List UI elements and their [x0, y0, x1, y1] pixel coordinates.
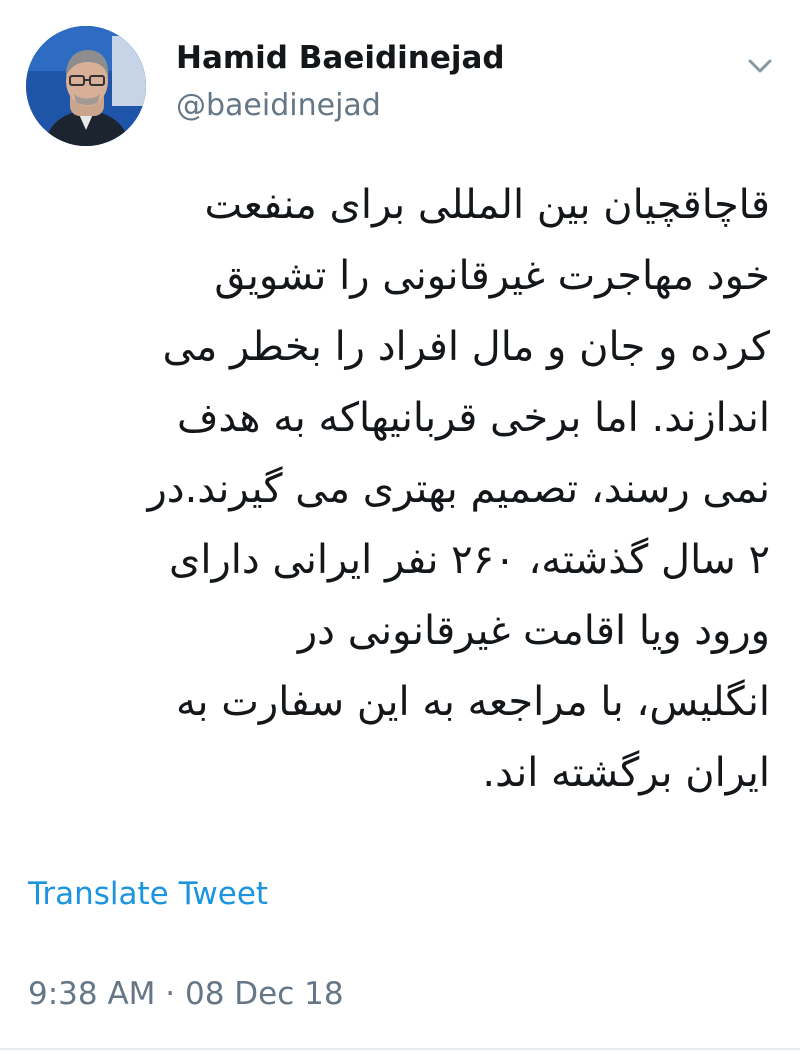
- user-handle[interactable]: @baeidinejad: [176, 86, 505, 126]
- avatar[interactable]: [26, 26, 146, 146]
- divider: [0, 1048, 800, 1050]
- tweet-timestamp[interactable]: 9:38 AM · 08 Dec 18: [28, 972, 344, 1016]
- tweet-line: ورود ویا اقامت غیرقانونی در: [297, 608, 770, 654]
- tweet-line: کرده و جان و مال افراد را بخطر می: [162, 324, 770, 370]
- tweet-line: ۲ سال گذشته، ۲۶۰ نفر ایرانی دارای: [169, 537, 770, 583]
- tweet-line: قاچاقچیان بین المللی برای منفعت: [204, 182, 771, 228]
- display-name[interactable]: Hamid Baeidinejad: [176, 38, 505, 78]
- tweet-line: انگلیس، با مراجعه به این سفارت به: [175, 679, 770, 725]
- tweet-line: ایران برگشته اند.: [482, 750, 770, 796]
- tweet-line: نمی رسند، تصمیم بهتری می گیرند.در: [147, 466, 770, 512]
- profile-photo-icon: [26, 26, 146, 146]
- tweet-text: قاچاقچیان بین المللی برای منفعت خود مهاج…: [40, 170, 770, 809]
- chevron-down-icon[interactable]: [744, 54, 776, 78]
- user-info: Hamid Baeidinejad @baeidinejad: [176, 38, 505, 126]
- translate-tweet-link[interactable]: Translate Tweet: [28, 872, 268, 916]
- tweet-line: خود مهاجرت غیرقانونی را تشویق: [214, 253, 770, 299]
- tweet-header: Hamid Baeidinejad @baeidinejad: [26, 26, 776, 148]
- tweet-line: اندازند. اما برخی قربانیهاکه به هدف: [176, 395, 770, 441]
